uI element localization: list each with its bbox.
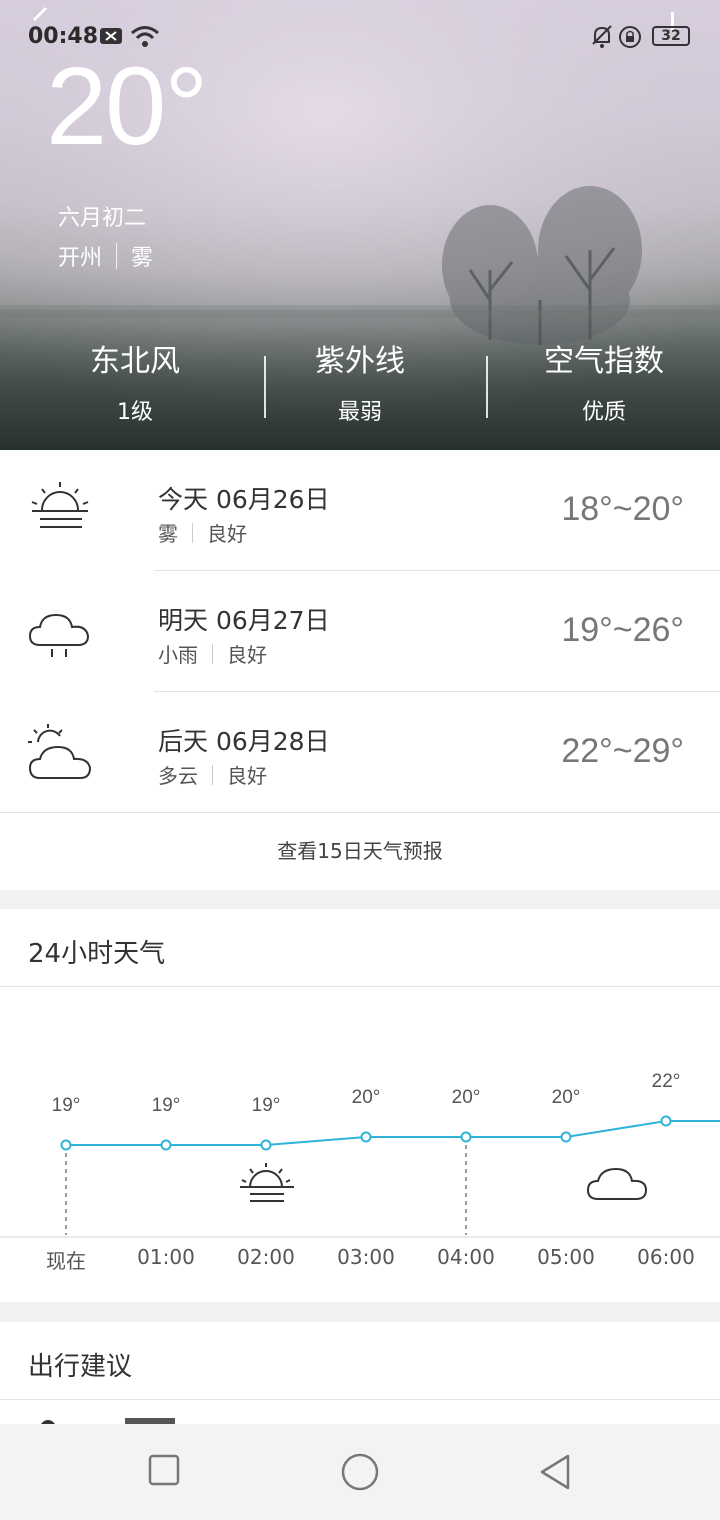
current-temperature: 20°	[46, 45, 208, 168]
forecast-sub: 小雨 良好	[158, 639, 267, 668]
hourly-temp-label: 20°	[351, 1087, 381, 1108]
divider	[212, 643, 213, 664]
forecast-row-tomorrow[interactable]: 明天 06月27日 小雨 良好 19°~26°	[0, 571, 720, 692]
forecast-row-day-after[interactable]: 后天 06月28日 多云 良好 22°~29°	[0, 692, 720, 813]
travel-advice: 出行建议	[0, 1322, 720, 1426]
weather-hero: 00:48 32 20° 六月初二 开州 雾 东北风 1级 紫外线 最弱 空气指…	[0, 0, 720, 450]
hourly-temp-label: 22°	[651, 1071, 681, 1092]
stat-label: 紫外线	[315, 344, 405, 379]
hourly-temp-label: 20°	[451, 1087, 481, 1108]
forecast-condition: 小雨	[158, 643, 198, 667]
hourly-temp-label: 19°	[251, 1095, 281, 1116]
forecast-temp: 22°~29°	[561, 732, 684, 770]
stat-value: 最弱	[337, 400, 382, 425]
hourly-time-label: 01:00	[137, 1245, 195, 1269]
stat-label: 空气指数	[544, 344, 664, 379]
forecast-air: 良好	[227, 764, 267, 788]
temperature-point	[560, 1131, 572, 1143]
forecast-sub: 雾 良好	[158, 518, 247, 547]
forecast-condition: 雾	[158, 522, 178, 546]
forecast-air: 良好	[227, 643, 267, 667]
stat-value: 1级	[117, 400, 153, 425]
light-rain-icon	[28, 613, 90, 657]
lunar-date: 六月初二	[58, 206, 147, 231]
forecast-row-today[interactable]: 今天 06月26日 雾 良好 18°~20°	[0, 450, 720, 571]
current-condition: 雾	[131, 246, 154, 271]
hourly-temp-label: 20°	[551, 1087, 581, 1108]
weather-stats: 东北风 1级 紫外线 最弱 空气指数 优质	[0, 338, 720, 438]
forecast-temp: 18°~20°	[561, 490, 684, 528]
temperature-point	[460, 1131, 472, 1143]
stat-label: 东北风	[90, 344, 180, 379]
hourly-temp-label: 19°	[151, 1095, 181, 1116]
hourly-time-label: 04:00	[437, 1245, 495, 1269]
temperature-point	[60, 1139, 72, 1151]
stat-aqi: 空气指数 优质	[484, 338, 720, 426]
hourly-time-label: 03:00	[337, 1245, 395, 1269]
forecast-temp: 19°~26°	[561, 611, 684, 649]
stat-wind: 东北风 1级	[15, 338, 255, 426]
temperature-point	[660, 1115, 672, 1127]
divider	[212, 764, 213, 785]
divider	[116, 243, 118, 269]
fog-icon	[31, 482, 89, 528]
view-15-day-forecast-link[interactable]: 查看15日天气预报	[0, 813, 720, 890]
travel-title: 出行建议	[28, 1352, 133, 1382]
hourly-weather: 24小时天气 19° 19° 19° 20° 20° 20° 22° 现在 01:00 02:0…	[0, 909, 720, 1302]
battery-indicator: 32	[652, 26, 690, 46]
home-button[interactable]	[340, 1452, 380, 1492]
temperature-point	[260, 1139, 272, 1151]
temperature-point	[160, 1139, 172, 1151]
temperature-point	[360, 1131, 372, 1143]
forecast-condition: 多云	[158, 764, 198, 788]
partly-cloudy-icon	[28, 724, 92, 779]
forecast-air: 良好	[207, 522, 247, 546]
divider	[0, 1399, 720, 1400]
daily-forecast: 今天 06月26日 雾 良好 18°~20° 明天 06月27日 小雨 良好 1…	[0, 450, 720, 890]
forecast-day: 今天 06月26日	[158, 485, 330, 514]
back-button[interactable]	[538, 1452, 574, 1492]
rotation-lock-icon	[619, 26, 641, 48]
recent-apps-button[interactable]	[146, 1452, 182, 1488]
hourly-time-label: 02:00	[237, 1245, 295, 1269]
stat-uv: 紫外线 最弱	[240, 338, 480, 426]
hourly-time-label: 06:00	[637, 1245, 695, 1269]
location-row[interactable]: 开州 雾	[58, 240, 153, 272]
system-nav-bar	[0, 1424, 720, 1520]
stat-value: 优质	[581, 400, 626, 425]
divider	[192, 522, 193, 543]
mute-bell-icon	[592, 25, 612, 48]
city-name: 开州	[58, 246, 103, 271]
hourly-time-label: 现在	[46, 1249, 86, 1273]
hourly-temp-label: 19°	[51, 1095, 81, 1116]
cloudy-icon	[586, 1167, 648, 1200]
fog-icon	[240, 1163, 294, 1202]
forecast-sub: 多云 良好	[158, 760, 267, 789]
forecast-day: 明天 06月27日	[158, 606, 330, 635]
forecast-day: 后天 06月28日	[158, 727, 330, 756]
hourly-time-label: 05:00	[537, 1245, 595, 1269]
